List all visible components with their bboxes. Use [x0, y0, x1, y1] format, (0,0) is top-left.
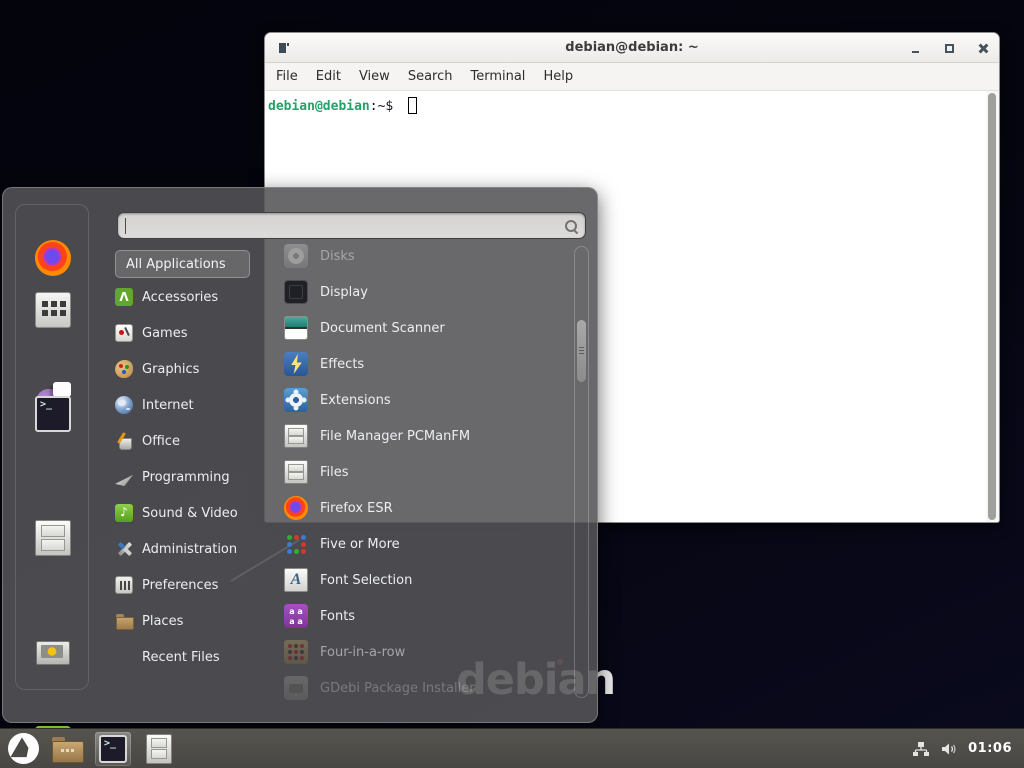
- extensions-icon: [284, 388, 308, 412]
- terminal-icon: [99, 735, 127, 763]
- terminal-scrollbar[interactable]: [986, 91, 999, 522]
- application-list: Disks Display Document Scanner Effects E…: [284, 238, 574, 706]
- four-in-a-row-icon: [284, 640, 308, 664]
- search-icon: [564, 219, 578, 233]
- category-preferences[interactable]: Preferences: [115, 567, 285, 603]
- file-manager-launcher-icon[interactable]: [35, 520, 71, 556]
- sound-video-icon: [115, 504, 133, 522]
- favorites-panel: [15, 204, 89, 690]
- app-display[interactable]: Display: [284, 274, 574, 310]
- category-list: Accessories Games Graphics Internet Offi…: [115, 279, 285, 675]
- display-icon: [284, 280, 308, 304]
- programming-icon: [115, 468, 133, 486]
- file-cabinet-icon: [146, 734, 172, 764]
- internet-icon: [115, 396, 133, 414]
- menu-view[interactable]: View: [350, 69, 399, 84]
- prompt-path: :~$: [370, 99, 393, 114]
- menu-help[interactable]: Help: [534, 69, 582, 84]
- firefox-icon: [284, 496, 308, 520]
- menu-file[interactable]: File: [267, 69, 307, 84]
- close-button[interactable]: [978, 43, 989, 54]
- prompt-user-host: debian@debian: [268, 99, 370, 114]
- preferences-icon: [115, 576, 133, 594]
- lock-screen-icon[interactable]: [35, 638, 71, 674]
- app-file-manager-pcmanfm[interactable]: File Manager PCManFM: [284, 418, 574, 454]
- category-office[interactable]: Office: [115, 423, 285, 459]
- app-document-scanner[interactable]: Document Scanner: [284, 310, 574, 346]
- menu-scrollbar[interactable]: [574, 246, 589, 698]
- category-administration[interactable]: Administration: [115, 531, 285, 567]
- effects-icon: [284, 352, 308, 376]
- app-extensions[interactable]: Extensions: [284, 382, 574, 418]
- shell-prompt: debian@debian:~$: [265, 91, 999, 114]
- app-font-selection[interactable]: Font Selection: [284, 562, 574, 598]
- office-icon: [115, 432, 133, 450]
- category-sound-video[interactable]: Sound & Video: [115, 495, 285, 531]
- terminal-titlebar[interactable]: debian@debian: ~: [265, 33, 999, 63]
- volume-icon[interactable]: [940, 740, 958, 758]
- menu-edit[interactable]: Edit: [307, 69, 350, 84]
- category-internet[interactable]: Internet: [115, 387, 285, 423]
- keyboard-tool-launcher-icon[interactable]: [35, 292, 71, 328]
- taskbar: 01:06: [0, 728, 1024, 768]
- app-effects[interactable]: Effects: [284, 346, 574, 382]
- app-firefox-esr[interactable]: Firefox ESR: [284, 490, 574, 526]
- category-accessories[interactable]: Accessories: [115, 279, 285, 315]
- menu-terminal[interactable]: Terminal: [461, 69, 534, 84]
- maximize-button[interactable]: [944, 43, 955, 54]
- administration-icon: [115, 540, 133, 558]
- folder-icon: [52, 737, 82, 761]
- minimize-button[interactable]: [910, 43, 921, 54]
- taskbar-file-manager-launcher[interactable]: [49, 732, 85, 766]
- files-icon: [284, 460, 308, 484]
- menu-button[interactable]: [8, 733, 39, 764]
- category-graphics[interactable]: Graphics: [115, 351, 285, 387]
- app-fonts[interactable]: Fonts: [284, 598, 574, 634]
- all-applications-button[interactable]: All Applications: [115, 250, 250, 278]
- taskbar-files-launcher[interactable]: [141, 732, 177, 766]
- category-programming[interactable]: Programming: [115, 459, 285, 495]
- desktop: debian debian@debian: ~ File Edit View S…: [0, 0, 1024, 768]
- app-five-or-more[interactable]: Five or More: [284, 526, 574, 562]
- clock[interactable]: 01:06: [968, 741, 1012, 756]
- search-input[interactable]: [117, 212, 586, 239]
- taskbar-terminal-launcher[interactable]: [95, 732, 131, 766]
- app-disks[interactable]: Disks: [284, 238, 574, 274]
- terminal-scrollbar-thumb[interactable]: [988, 93, 996, 520]
- category-places[interactable]: Places: [115, 603, 285, 639]
- app-four-in-a-row[interactable]: Four-in-a-row: [284, 634, 574, 670]
- category-recent-files[interactable]: Recent Files: [115, 639, 285, 675]
- network-icon[interactable]: [912, 740, 930, 758]
- games-icon: [115, 324, 133, 342]
- gdebi-icon: [284, 676, 308, 700]
- five-or-more-icon: [284, 532, 308, 556]
- font-selection-icon: [284, 568, 308, 592]
- file-manager-icon: [284, 424, 308, 448]
- graphics-icon: [115, 360, 133, 378]
- app-files[interactable]: Files: [284, 454, 574, 490]
- category-games[interactable]: Games: [115, 315, 285, 351]
- disks-icon: [284, 244, 308, 268]
- menu-search[interactable]: Search: [399, 69, 462, 84]
- terminal-menubar: File Edit View Search Terminal Help: [265, 63, 999, 91]
- fonts-icon: [284, 604, 308, 628]
- menu-scrollbar-thumb[interactable]: [577, 320, 586, 382]
- app-gdebi-package-installer[interactable]: GDebi Package Installer: [284, 670, 574, 706]
- text-caret: [125, 218, 126, 234]
- accessories-icon: [115, 288, 133, 306]
- terminal-launcher-icon[interactable]: [35, 396, 71, 432]
- application-menu: All Applications Accessories Games Graph…: [2, 187, 598, 723]
- places-icon: [115, 612, 133, 630]
- firefox-launcher-icon[interactable]: [35, 240, 71, 276]
- document-scanner-icon: [284, 316, 308, 340]
- window-title: debian@debian: ~: [265, 33, 999, 63]
- terminal-cursor: [408, 97, 417, 114]
